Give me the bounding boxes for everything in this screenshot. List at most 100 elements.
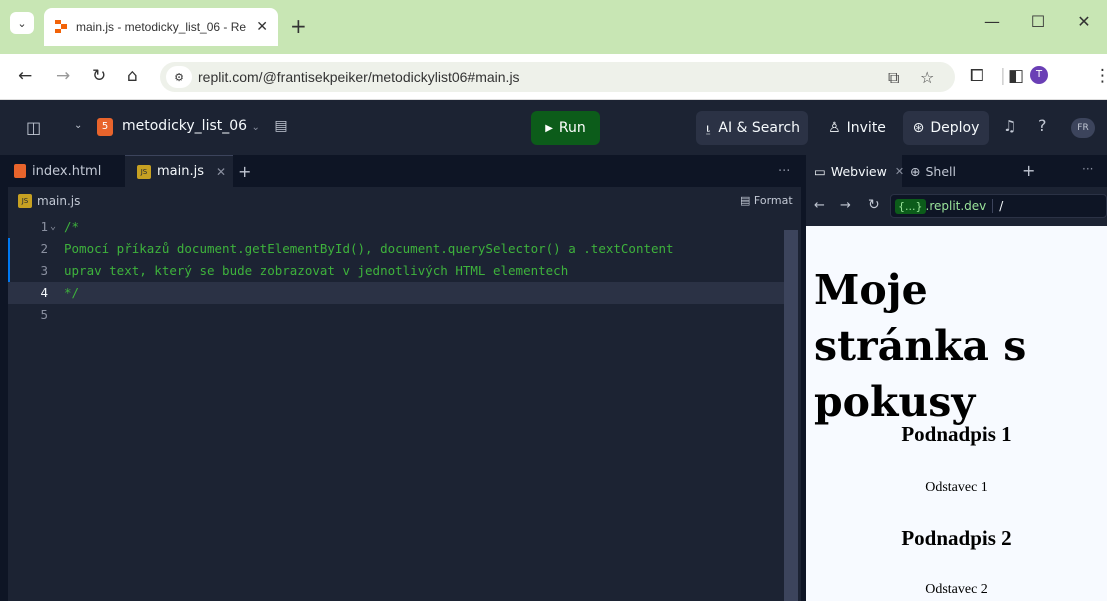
run-label: Run (558, 120, 586, 136)
webview-reload-icon[interactable]: ↻ (868, 197, 880, 213)
line-number: 3 (40, 263, 48, 278)
install-app-icon[interactable]: ⧉ (888, 68, 899, 88)
close-window-icon[interactable]: ✕ (1061, 12, 1107, 31)
ai-search-button[interactable]: ⍸ AI & Search (696, 111, 808, 145)
breadcrumb-file[interactable]: main.js (37, 194, 80, 208)
sidebar-toggle-icon[interactable]: ◫ (26, 118, 41, 137)
js-file-icon: JS (137, 164, 151, 179)
browser-tab-title: main.js - metodicky_list_06 - Re (76, 20, 246, 34)
ai-sparkle-icon: ⍸ (703, 120, 713, 136)
forward-arrow-icon[interactable]: → (56, 66, 70, 86)
help-icon[interactable]: ? (1038, 116, 1047, 135)
tab-close-icon[interactable]: ✕ (216, 165, 226, 179)
run-button[interactable]: ▶ Run (531, 111, 600, 145)
line-number: 1 (40, 219, 48, 234)
code-text: uprav text, který se bude zobrazovat v j… (64, 263, 569, 278)
code-text: */ (64, 285, 80, 300)
line-number: 5 (40, 307, 48, 322)
side-panel-icon[interactable]: ◧ (1008, 66, 1024, 86)
shell-icon: ⊕ (910, 163, 921, 179)
code-line: 3 uprav text, který se bude zobrazovat v… (8, 260, 784, 282)
tab-close-icon[interactable]: ✕ (895, 165, 904, 178)
html-file-icon (14, 164, 26, 178)
minimize-icon[interactable]: — (969, 12, 1015, 31)
code-text: Pomocí příkazů document.getElementById()… (64, 241, 674, 256)
deploy-icon: ⊛ (912, 120, 925, 136)
user-avatar[interactable]: FR (1071, 118, 1095, 138)
domain-badge: {...} (895, 198, 926, 214)
right-tab-bar: ▭ Webview ✕ ⊕ Shell + ··· (806, 155, 1107, 187)
ai-search-label: AI & Search (718, 120, 801, 136)
code-line-active: 4 */ (8, 282, 784, 304)
add-pane-tab-button[interactable]: + (1022, 161, 1035, 180)
line-number: 2 (40, 241, 48, 256)
profile-avatar[interactable]: T (1030, 66, 1048, 84)
line-number: 4 (40, 285, 48, 300)
code-line: 5 (8, 304, 784, 326)
home-icon[interactable]: ⌂ (127, 66, 138, 86)
webview-url-input[interactable]: {...} .replit.dev / (890, 194, 1107, 218)
preview-heading: Moje stránka s pokusy (814, 266, 1027, 426)
maximize-icon[interactable]: ☐ (1015, 12, 1061, 31)
back-arrow-icon[interactable]: ← (18, 66, 32, 86)
repl-details-icon[interactable]: ▤ (274, 118, 287, 134)
repl-name[interactable]: metodicky_list_06 ⌄ ▤ (122, 118, 288, 134)
extensions-icon[interactable]: ⧠ (970, 66, 984, 86)
deploy-label: Deploy (930, 120, 980, 136)
deploy-button[interactable]: ⊛ Deploy (903, 111, 989, 145)
webview-preview: Moje stránka s pokusy Podnadpis 1 Odstav… (806, 226, 1107, 601)
format-icon: ▤ (740, 194, 751, 207)
play-icon: ▶ (545, 122, 553, 134)
browser-toolbar: ← → ↻ ⌂ ⚙ replit.com/@frantisekpeiker/me… (0, 54, 1107, 100)
bell-icon[interactable]: ♫ (1003, 117, 1016, 135)
add-tab-button[interactable]: + (238, 155, 258, 187)
format-label: Format (753, 194, 793, 207)
site-info-icon[interactable]: ⚙ (166, 66, 192, 88)
tab-main-js[interactable]: JS main.js ✕ (125, 155, 233, 187)
url-path: / (992, 199, 1003, 213)
browser-tab-active[interactable]: main.js - metodicky_list_06 - Re ✕ (44, 8, 278, 46)
editor-tab-bar: index.html JS main.js ✕ + ··· (8, 155, 801, 187)
preview-subheading: Podnadpis 1 (901, 422, 1012, 446)
preview-subheading: Podnadpis 2 (901, 526, 1012, 550)
preview-paragraph: Odstavec 2 (925, 582, 988, 597)
domain-text: .replit.dev (925, 199, 987, 213)
tab-close-icon[interactable]: ✕ (256, 19, 268, 35)
address-bar[interactable]: ⚙ replit.com/@frantisekpeiker/metodickyl… (160, 62, 955, 92)
invite-button[interactable]: ♙ Invite (818, 111, 896, 145)
code-editor[interactable]: 1 ⌄ /* 2 Pomocí příkazů document.getElem… (8, 216, 784, 601)
code-line: 2 Pomocí příkazů document.getElementById… (8, 238, 784, 260)
tab-index-html[interactable]: index.html (14, 155, 124, 187)
webview-back-icon[interactable]: ← (814, 198, 825, 213)
code-text: /* (64, 219, 80, 234)
tab-shell-label: Shell (925, 163, 956, 179)
monitor-icon: ▭ (814, 163, 826, 179)
webview-forward-icon[interactable]: → (840, 198, 851, 213)
editor-scrollbar[interactable] (784, 230, 798, 601)
browser-menu-icon[interactable]: ⋮ (1094, 66, 1107, 86)
repl-name-text: metodicky_list_06 (122, 118, 248, 134)
new-tab-button[interactable]: + (290, 14, 307, 38)
breadcrumb-js-icon: JS (18, 194, 32, 208)
reload-icon[interactable]: ↻ (92, 66, 106, 86)
tab-main-js-label: main.js (157, 164, 204, 179)
replit-favicon-icon (55, 20, 67, 33)
code-line: 1 ⌄ /* (8, 216, 784, 238)
left-edge-strip (0, 155, 8, 601)
editor-breadcrumb: JS main.js ▤ Format (8, 187, 801, 215)
right-pane-more-button[interactable]: ··· (1082, 162, 1093, 176)
tab-webview-label: Webview (830, 163, 887, 179)
logo-chevron-icon[interactable]: ⌄ (74, 120, 82, 131)
fold-chevron-icon[interactable]: ⌄ (50, 216, 56, 238)
add-user-icon: ♙ (828, 120, 841, 136)
tab-search-dropdown-icon[interactable]: ⌄ (10, 12, 34, 34)
editor-more-button[interactable]: ··· (778, 155, 798, 187)
format-button[interactable]: ▤ Format (740, 194, 793, 207)
browser-tab-strip: ⌄ main.js - metodicky_list_06 - Re ✕ + —… (0, 0, 1107, 54)
bookmark-star-icon[interactable]: ☆ (920, 68, 934, 87)
invite-label: Invite (846, 120, 886, 136)
webview-url-bar: ← → ↻ {...} .replit.dev / (806, 187, 1107, 226)
tab-shell[interactable]: ⊕ Shell (906, 155, 986, 187)
tab-webview[interactable]: ▭ Webview ✕ (806, 155, 904, 187)
preview-paragraph: Odstavec 1 (925, 480, 988, 495)
